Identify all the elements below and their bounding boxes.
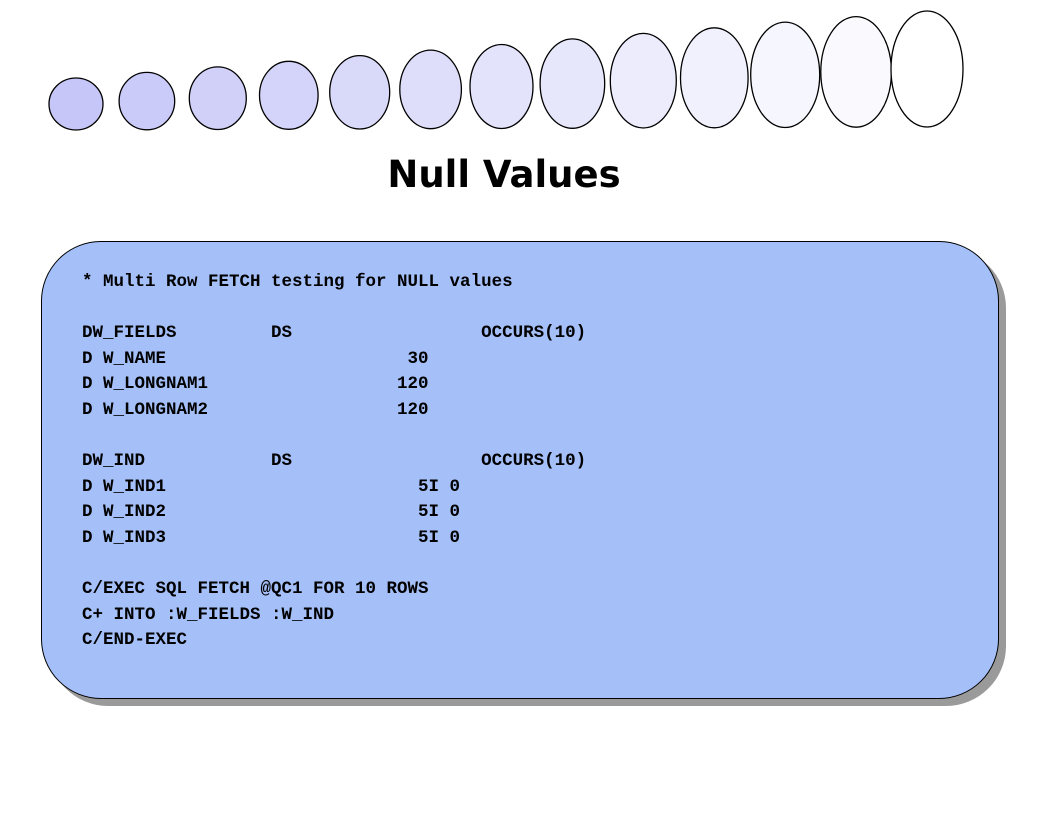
decorative-ellipse: [399, 49, 463, 130]
decorative-ellipse: [329, 54, 391, 130]
slide-title: Null Values: [387, 153, 621, 196]
decorative-ellipse: [750, 21, 821, 129]
code-line: C+ INTO :W_FIELDS :W_IND: [82, 604, 335, 625]
decorative-ellipse: [48, 77, 104, 131]
code-line: DW_FIELDS DS OCCURS(10): [82, 323, 587, 344]
code-line: D W_LONGNAM2 120: [82, 399, 429, 420]
code-line: DW_IND DS OCCURS(10): [82, 451, 587, 472]
decorative-ellipse: [820, 15, 893, 128]
decorative-ellipse: [890, 10, 964, 128]
decorative-ellipse: [679, 27, 749, 129]
decorative-ellipse: [469, 43, 534, 130]
code-line: C/EXEC SQL FETCH @QC1 FOR 10 ROWS: [82, 579, 429, 600]
decorative-ellipse: [609, 32, 677, 129]
code-line: C/END-EXEC: [82, 630, 188, 651]
decorative-ellipse: [539, 38, 606, 129]
decorative-ellipse: [258, 60, 319, 130]
code-line: D W_NAME 30: [82, 348, 429, 369]
code-listing: * Multi Row FETCH testing for NULL value…: [82, 270, 586, 654]
code-line: D W_IND1 5I 0: [82, 476, 461, 497]
code-line: * Multi Row FETCH testing for NULL value…: [82, 272, 513, 292]
code-line: D W_IND3 5I 0: [82, 527, 461, 548]
code-line: D W_IND2 5I 0: [82, 502, 461, 523]
ellipse-row-decoration: [48, 10, 964, 131]
code-line: D W_LONGNAM1 120: [82, 374, 429, 395]
decorative-ellipse: [118, 71, 176, 131]
decorative-ellipse: [188, 66, 247, 131]
